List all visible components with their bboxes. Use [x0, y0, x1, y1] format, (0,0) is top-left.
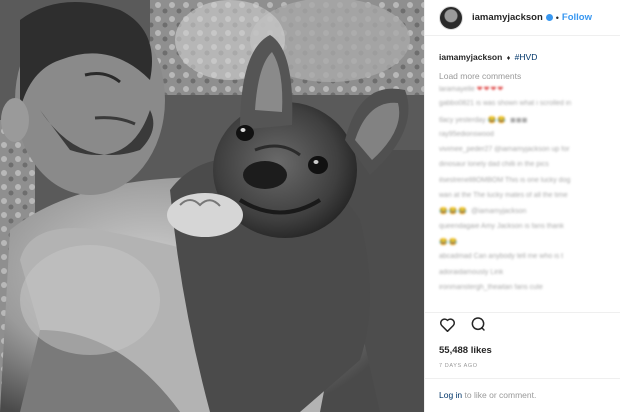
verified-badge-icon: [545, 14, 553, 21]
login-link[interactable]: Log in: [439, 390, 462, 400]
likes-count[interactable]: 55,488 likes: [439, 345, 492, 356]
heart-icon[interactable]: [439, 317, 456, 337]
caption-username[interactable]: iamamyjackson: [439, 52, 502, 62]
comment-text: ilsestrenell8OMBOM This is one lucky dog: [439, 176, 571, 184]
follow-button[interactable]: Follow: [562, 12, 592, 23]
comment-item: laramayelle ❤❤❤❤: [439, 85, 606, 96]
comment-text: laramayelle: [439, 86, 477, 93]
caption-hashtag[interactable]: #HVD: [515, 52, 538, 62]
login-prompt-text: to like or comment.: [462, 390, 537, 400]
comment-icon[interactable]: [470, 316, 486, 337]
comment-item: 😂😂: [439, 238, 606, 249]
comment-text: ray95edionswood: [439, 130, 494, 138]
post-header: iamamyjackson • Follow: [425, 0, 620, 36]
post-timestamp: 7 DAYS AGO: [439, 363, 478, 369]
comment-text: vivimee_peder27 @iamamyjackson up for: [439, 146, 570, 154]
post-sidebar: iamamyjackson • Follow iamamyjackson ♦ #…: [424, 0, 620, 412]
comment-text: dinosaur lonely dad chilli in the pics: [439, 161, 549, 169]
action-bar: [425, 312, 620, 340]
comment-text: ironmanstergh_theaitan fans cute: [439, 283, 543, 291]
comment-item: abcadmad Can anybody tell me who is t: [439, 253, 606, 264]
comment-item: adoraidamously Link: [439, 269, 606, 280]
comment-item: vivimee_peder27 @iamamyjackson up for: [439, 146, 606, 157]
separator-dot: •: [555, 12, 559, 23]
comment-item: ilsestrenell8OMBOM This is one lucky dog: [439, 177, 606, 188]
comment-text: wan at the The lucky mates of all the ti…: [439, 192, 568, 200]
laughing-emoji-icon: 😂😂: [487, 116, 511, 124]
diamond-symbol: ♦: [506, 55, 511, 62]
comment-text: gabbo0821 is was shown what i scrolled i…: [439, 100, 572, 108]
header-username[interactable]: iamamyjackson: [472, 12, 543, 23]
comment-text: queendagaie Amy Jackson is fans thank: [439, 222, 564, 230]
caption: iamamyjackson ♦ #HVD: [425, 36, 620, 62]
comment-text: tlacy yesterday: [439, 116, 488, 124]
laughing-emoji-icon: 😂😂: [439, 238, 459, 246]
comment-list: laramayelle ❤❤❤❤ gabbo0821 is was shown …: [425, 81, 620, 295]
instagram-post: iamamyjackson • Follow iamamyjackson ♦ #…: [0, 0, 620, 412]
black-and-white-photo-man-with-french-bulldog: [0, 0, 424, 412]
comment-item: dinosaur lonely dad chilli in the pics: [439, 161, 606, 172]
comment-item: wan at the The lucky mates of all the ti…: [439, 192, 606, 203]
comment-item: tlacy yesterday 😂😂 ◼◼◼: [439, 116, 606, 127]
profile-avatar[interactable]: [439, 5, 463, 30]
load-more-comments[interactable]: Load more comments: [425, 62, 620, 81]
comment-item: ray95edionswood: [439, 131, 606, 142]
comment-tail: @iamamyjackson: [471, 208, 527, 216]
comment-item: gabbo0821 is was shown what i scrolled i…: [439, 100, 606, 111]
comment-tail: ◼◼◼: [510, 116, 528, 124]
comment-item: queendagaie Amy Jackson is fans thank: [439, 223, 606, 234]
heart-emoji-icon: ❤❤❤❤: [476, 86, 505, 93]
comment-text: adoraidamously Link: [439, 268, 504, 276]
comment-item: ironmanstergh_theaitan fans cute: [439, 284, 606, 295]
post-photo[interactable]: [0, 0, 424, 412]
comment-text: abcadmad Can anybody tell me who is t: [439, 253, 564, 261]
laughing-emoji-icon: 😂😂😂: [439, 208, 472, 216]
login-prompt: Log in to like or comment.: [425, 378, 620, 412]
comment-item: 😂😂😂 @iamamyjackson: [439, 207, 606, 218]
